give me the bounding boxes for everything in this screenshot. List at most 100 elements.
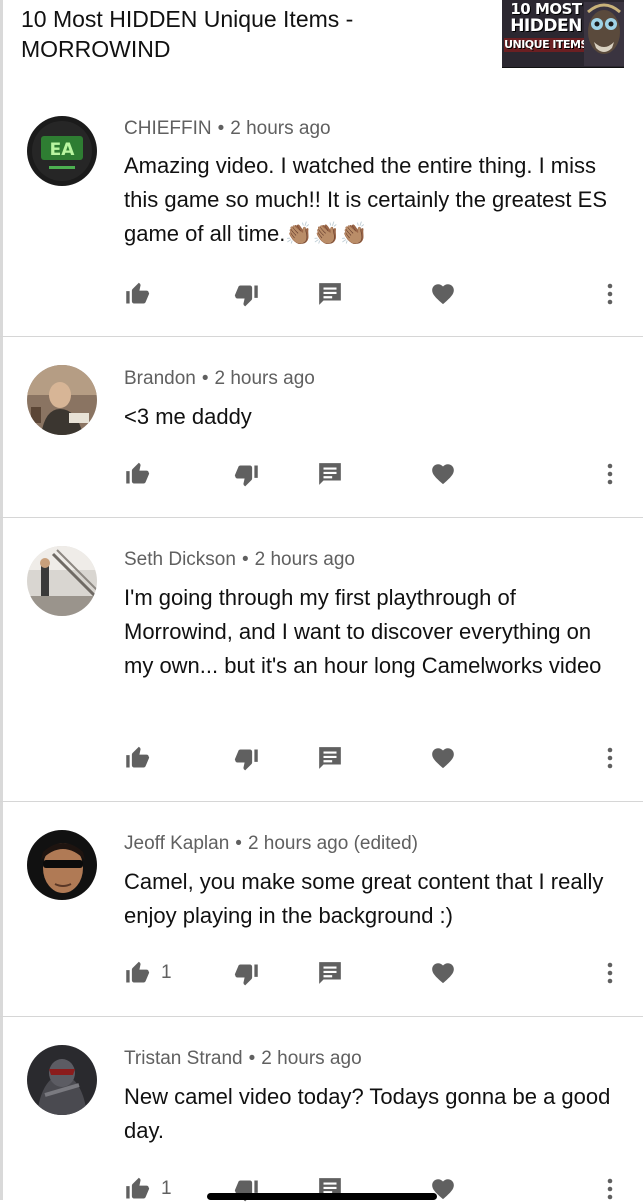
thumbs-down-icon bbox=[234, 964, 258, 985]
more-vertical-icon bbox=[607, 1178, 613, 1200]
like-count: 1 bbox=[161, 1178, 172, 1199]
thumbs-up-icon bbox=[126, 462, 150, 483]
comment-actions bbox=[0, 459, 643, 489]
reply-comment-icon bbox=[319, 962, 341, 984]
like-count: 1 bbox=[161, 962, 172, 983]
comment-item: Brandon • 2 hours ago <3 me daddy bbox=[0, 337, 643, 518]
thumbs-up-icon bbox=[126, 746, 150, 767]
video-title[interactable]: 10 Most HIDDEN Unique Items - MORROWIND bbox=[21, 4, 461, 64]
thumbs-up-icon bbox=[126, 1177, 150, 1198]
home-indicator[interactable] bbox=[207, 1193, 437, 1200]
meta-separator: • bbox=[248, 1048, 256, 1069]
more-vertical-icon bbox=[607, 463, 613, 485]
heart-button[interactable] bbox=[430, 743, 456, 773]
thumbs-down-icon bbox=[234, 465, 258, 486]
thumbnail-line-3: UNIQUE ITEMS bbox=[504, 38, 588, 52]
comment-item: Seth Dickson • 2 hours ago I'm going throu… bbox=[0, 518, 643, 802]
dislike-button[interactable] bbox=[233, 279, 260, 309]
comment-time: 2 hours ago (edited) bbox=[247, 833, 419, 854]
avatar[interactable] bbox=[27, 1045, 97, 1115]
more-options-button[interactable] bbox=[598, 743, 622, 773]
comment-author[interactable]: CHIEFFIN bbox=[124, 118, 212, 139]
avatar[interactable] bbox=[27, 365, 97, 435]
thumbnail-text: 10 MOST HIDDEN UNIQUE ITEMS bbox=[504, 1, 588, 52]
heart-button[interactable] bbox=[430, 279, 456, 309]
avatar-chieffin-logo: EA bbox=[27, 116, 97, 186]
clapping-emoji: 👏🏽👏🏽👏🏽 bbox=[285, 221, 368, 246]
comment-actions bbox=[0, 743, 643, 773]
comment-time: 2 hours ago bbox=[230, 118, 331, 139]
comment-meta: Seth Dickson • 2 hours ago bbox=[124, 548, 355, 572]
meta-separator: • bbox=[201, 368, 209, 389]
comment-author[interactable]: Jeoff Kaplan bbox=[124, 833, 229, 854]
comment-item: Tristan Strand • 2 hours ago New camel vid… bbox=[0, 1017, 643, 1201]
avatar-jeoff-photo bbox=[27, 830, 97, 900]
thumbnail-line-2: HIDDEN bbox=[510, 16, 582, 36]
avatar-seth-photo bbox=[27, 546, 97, 616]
comment-meta: Jeoff Kaplan • 2 hours ago (edited) bbox=[124, 832, 418, 856]
more-vertical-icon bbox=[607, 283, 613, 305]
comment-body: I'm going through my first playthrough o… bbox=[124, 585, 602, 678]
comment-text: Amazing video. I watched the entire thin… bbox=[124, 149, 624, 251]
comment-item: Jeoff Kaplan • 2 hours ago (edited) Camel,… bbox=[0, 802, 643, 1017]
meta-separator: • bbox=[241, 549, 249, 570]
dislike-button[interactable] bbox=[233, 958, 260, 988]
comment-author[interactable]: Brandon bbox=[124, 368, 196, 389]
like-button[interactable] bbox=[124, 743, 161, 773]
more-vertical-icon bbox=[607, 747, 613, 769]
heart-button[interactable] bbox=[430, 958, 456, 988]
comment-body: Camel, you make some great content that … bbox=[124, 869, 604, 928]
thumbs-down-icon bbox=[234, 749, 258, 770]
like-button[interactable] bbox=[124, 459, 161, 489]
meta-separator: • bbox=[217, 118, 225, 139]
thumbs-down-icon bbox=[234, 285, 258, 306]
reply-button[interactable] bbox=[317, 958, 343, 988]
thumbs-up-icon bbox=[126, 282, 150, 303]
reply-button[interactable] bbox=[317, 459, 343, 489]
comment-text: Camel, you make some great content that … bbox=[124, 865, 624, 933]
avatar[interactable] bbox=[27, 546, 97, 616]
comment-text: I'm going through my first playthrough o… bbox=[124, 581, 624, 683]
comment-body: New camel video today? Todays gonna be a… bbox=[124, 1084, 611, 1143]
svg-text:EA: EA bbox=[50, 140, 76, 160]
comment-author[interactable]: Tristan Strand bbox=[124, 1048, 243, 1069]
like-button[interactable]: 1 bbox=[124, 958, 172, 988]
dislike-button[interactable] bbox=[233, 743, 260, 773]
comment-body: <3 me daddy bbox=[124, 404, 252, 429]
heart-button[interactable] bbox=[430, 459, 456, 489]
comment-text: <3 me daddy bbox=[124, 400, 624, 434]
comment-actions: 1 bbox=[0, 958, 643, 988]
like-button[interactable] bbox=[124, 279, 161, 309]
more-options-button[interactable] bbox=[598, 459, 622, 489]
avatar-tristan-art bbox=[27, 1045, 97, 1115]
reply-comment-icon bbox=[319, 747, 341, 769]
comment-actions bbox=[0, 279, 643, 309]
comment-time: 2 hours ago bbox=[214, 368, 315, 389]
meta-separator: • bbox=[235, 833, 242, 854]
heart-icon bbox=[432, 464, 454, 485]
more-vertical-icon bbox=[607, 962, 613, 984]
heart-icon bbox=[432, 748, 454, 769]
comment-meta: Brandon • 2 hours ago bbox=[124, 367, 315, 391]
comment-item: EA CHIEFFIN • 2 hours ago Amazing video. I… bbox=[0, 96, 643, 337]
comment-author[interactable]: Seth Dickson bbox=[124, 549, 236, 570]
thumbnail-line-1: 10 MOST bbox=[510, 0, 582, 18]
heart-icon bbox=[432, 284, 454, 305]
comment-meta: Tristan Strand • 2 hours ago bbox=[124, 1047, 362, 1071]
avatar-brandon-photo bbox=[27, 365, 97, 435]
comment-time: 2 hours ago bbox=[261, 1048, 362, 1069]
thumbnail-mask-art bbox=[584, 2, 624, 66]
more-options-button[interactable] bbox=[598, 958, 622, 988]
reply-button[interactable] bbox=[317, 279, 343, 309]
comment-text: New camel video today? Todays gonna be a… bbox=[124, 1080, 624, 1148]
comment-time: 2 hours ago bbox=[254, 549, 355, 570]
avatar[interactable]: EA bbox=[27, 116, 97, 186]
dislike-button[interactable] bbox=[233, 459, 260, 489]
avatar[interactable] bbox=[27, 830, 97, 900]
reply-comment-icon bbox=[319, 463, 341, 485]
video-thumbnail[interactable]: 10 MOST HIDDEN UNIQUE ITEMS bbox=[502, 0, 624, 68]
video-header: 10 Most HIDDEN Unique Items - MORROWIND … bbox=[0, 0, 643, 96]
comment-meta: CHIEFFIN • 2 hours ago bbox=[124, 117, 331, 141]
more-options-button[interactable] bbox=[598, 279, 622, 309]
reply-button[interactable] bbox=[317, 743, 343, 773]
